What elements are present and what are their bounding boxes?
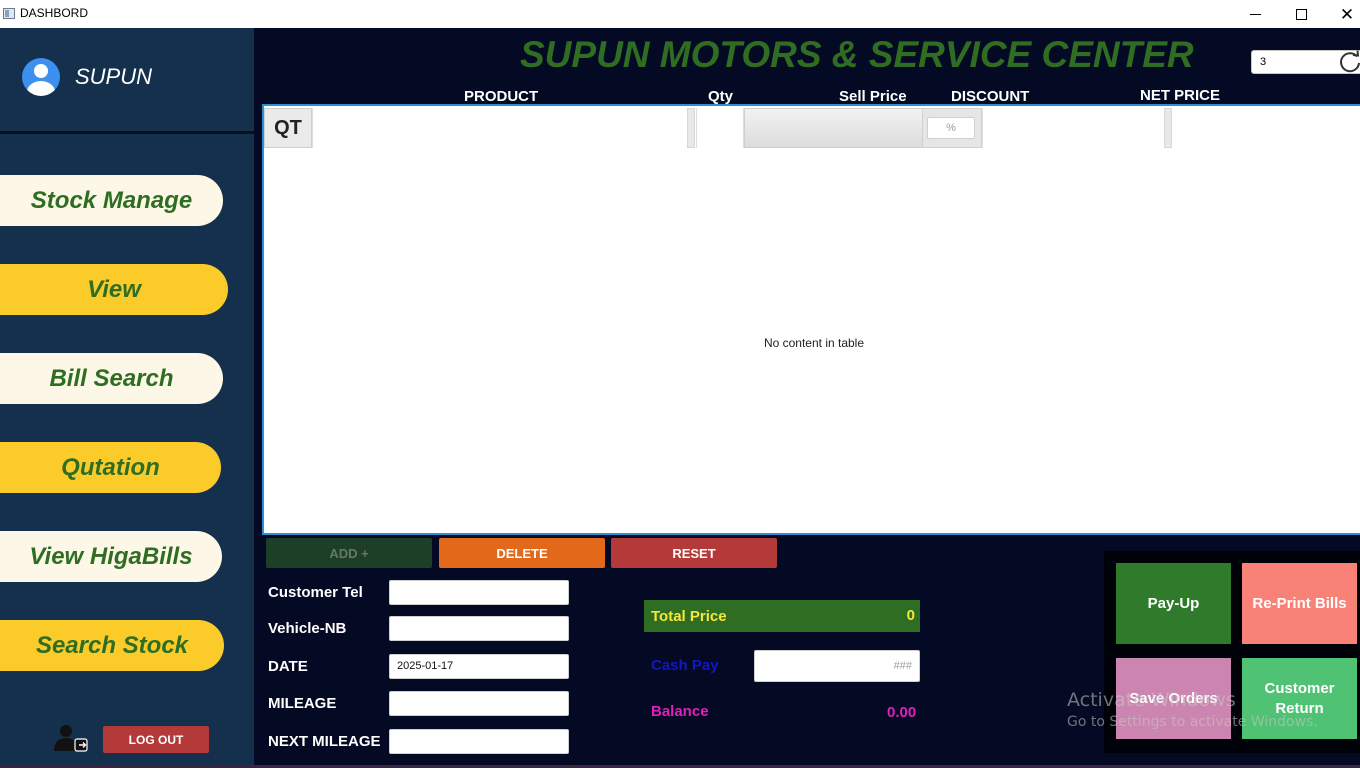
customer-tel-field[interactable] <box>389 580 569 605</box>
activation-watermark-title: Activate Windows <box>1067 689 1236 711</box>
total-price-bar: Total Price 0 <box>644 600 920 632</box>
date-label: DATE <box>268 658 308 675</box>
user-name: SUPUN <box>75 64 153 89</box>
delete-item-button[interactable]: DELETE <box>439 538 605 568</box>
product-table: QT % No content in table <box>262 104 1360 535</box>
refresh-icon[interactable] <box>1338 50 1360 74</box>
close-button[interactable]: ✕ <box>1324 0 1360 28</box>
customer-tel-label: Customer Tel <box>268 584 363 601</box>
app-window-icon <box>3 8 15 19</box>
product-column-divider <box>687 108 695 148</box>
column-header-net-price: NET PRICE <box>1140 87 1221 104</box>
user-logout-icon[interactable] <box>52 724 90 752</box>
title-bar: DASHBORD ✕ <box>0 0 1360 28</box>
cash-pay-label: Cash Pay <box>651 657 719 674</box>
net-price-column-divider <box>1164 108 1172 148</box>
shop-title: SUPUN MOTORS & SERVICE CENTER <box>520 34 1194 75</box>
sidebar-divider <box>0 131 254 134</box>
total-price-label: Total Price <box>651 608 727 625</box>
column-header-sell-price: Sell Price <box>839 88 907 105</box>
total-price-value: 0 <box>906 607 915 624</box>
balance-label: Balance <box>651 703 709 720</box>
reset-button[interactable]: RESET <box>611 538 777 568</box>
window-title: DASHBORD <box>20 6 89 20</box>
mileage-field[interactable] <box>389 691 569 716</box>
nav-search-stock-button[interactable]: Search Stock <box>0 620 224 671</box>
column-header-product: PRODUCT <box>464 88 539 105</box>
cash-pay-input[interactable]: ### <box>754 650 920 682</box>
close-icon: ✕ <box>1339 4 1355 24</box>
maximize-icon <box>1295 8 1307 20</box>
qty-input[interactable] <box>696 108 744 148</box>
add-item-button[interactable]: ADD + <box>266 538 432 568</box>
pay-up-button[interactable]: Pay-Up <box>1116 563 1231 644</box>
quotation-qt-button[interactable]: QT <box>264 108 312 148</box>
vehicle-number-label: Vehicle-NB <box>268 620 347 637</box>
nav-view-button[interactable]: View <box>0 264 228 315</box>
app-window: DASHBORD ✕ SUPUN Stock Manage View Bill … <box>0 0 1360 768</box>
main-panel: SUPUN MOTORS & SERVICE CENTER 3 PRODUCT … <box>254 28 1360 768</box>
net-price-field <box>982 108 1166 148</box>
nav-bill-search-button[interactable]: Bill Search <box>0 353 223 404</box>
nav-view-higabills-button[interactable]: View HigaBills <box>0 531 222 582</box>
nav-stock-manage-button[interactable]: Stock Manage <box>0 175 223 226</box>
minimize-icon <box>1249 13 1261 15</box>
column-header-qty: Qty <box>708 88 734 105</box>
nav-quotation-button[interactable]: Qutation <box>0 442 221 493</box>
discount-input[interactable]: % <box>927 117 975 139</box>
vehicle-number-field[interactable] <box>389 616 569 641</box>
minimize-button[interactable] <box>1232 0 1278 28</box>
logout-button[interactable]: LOG OUT <box>103 726 209 753</box>
date-field[interactable]: 2025-01-17 <box>389 654 569 679</box>
sidebar: SUPUN Stock Manage View Bill Search Quta… <box>0 28 254 768</box>
table-input-row: QT % <box>264 106 1360 148</box>
balance-value: 0.00 <box>887 704 917 721</box>
column-header-discount: DISCOUNT <box>951 88 1030 105</box>
product-input[interactable] <box>312 108 688 148</box>
sell-price-field[interactable] <box>744 108 924 148</box>
maximize-button[interactable] <box>1278 0 1324 28</box>
discount-cell: % <box>922 108 982 148</box>
reprint-bills-button[interactable]: Re-Print Bills <box>1242 563 1357 644</box>
mileage-label: MILEAGE <box>268 695 337 712</box>
next-mileage-field[interactable] <box>389 729 569 754</box>
next-mileage-label: NEXT MILEAGE <box>268 733 381 750</box>
user-avatar-icon <box>22 58 60 96</box>
empty-table-message: No content in table <box>763 336 865 350</box>
activation-watermark-text: Go to Settings to activate Windows. <box>1067 714 1318 730</box>
